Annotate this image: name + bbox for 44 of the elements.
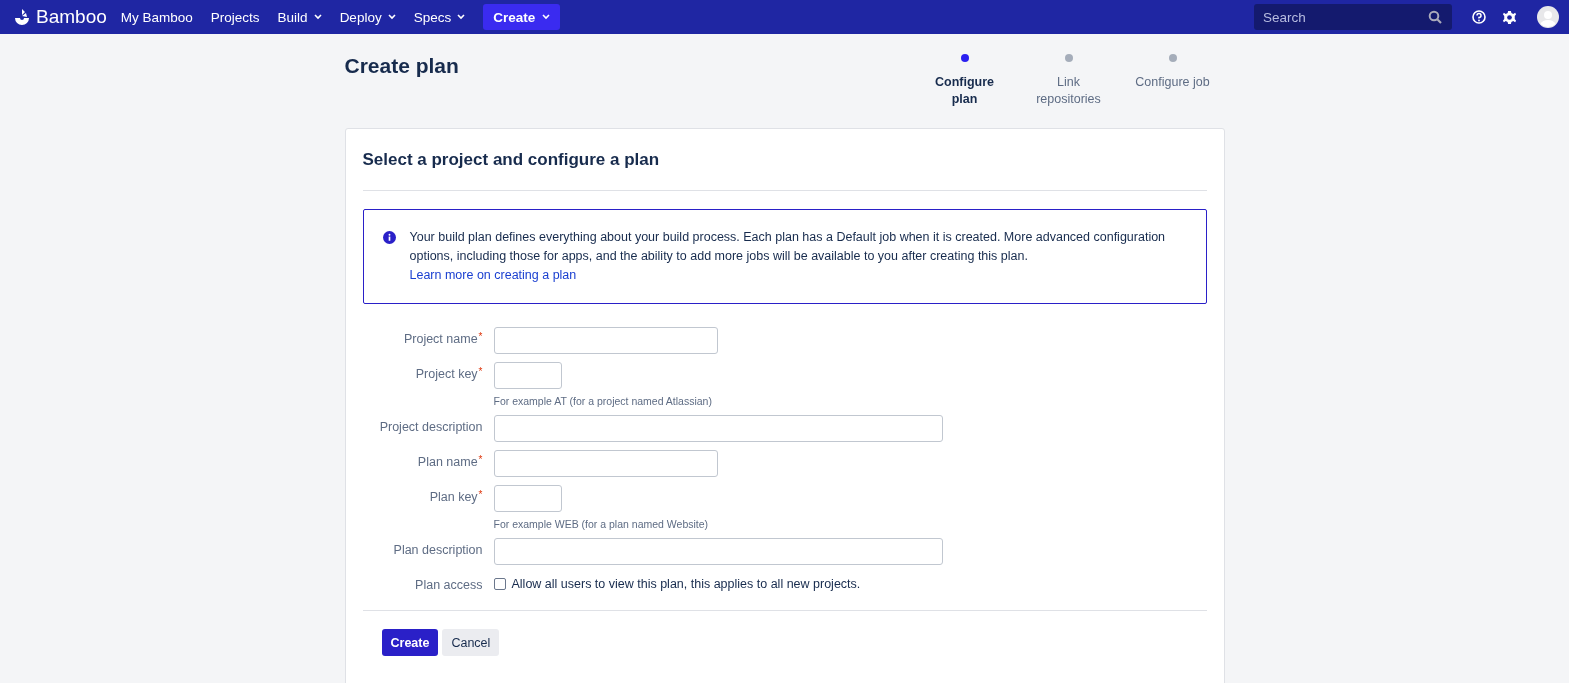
text-input-field[interactable] [493,485,562,512]
required-asterisk: * [478,455,483,465]
cancel-button[interactable]: Cancel [442,629,500,656]
nav-menu-item[interactable]: Deploy [339,9,396,25]
required-asterisk: * [478,490,483,500]
card-title: Select a project and configure a plan [362,150,661,170]
field-label: Project name [403,332,478,346]
learn-more-link[interactable]: Learn more on creating a plan [409,268,577,282]
info-message-text: Your build plan defines everything about your build process. Each plan has a Default job when it is created. More advanced configuration options, including those for apps, and the ability to add more jobs will be available to you after creating this plan. Learn more on creating a plan [409,229,1167,284]
nav-menu-item[interactable]: Projects [210,9,260,25]
text-input-field[interactable] [493,538,943,565]
search-icon [1428,10,1442,24]
field-label: Project description [379,420,483,434]
nav-menu-item[interactable]: Build [277,9,322,25]
text-input-field[interactable] [493,327,718,354]
nav-menu-item[interactable]: Specs [413,9,466,25]
info-icon [382,231,396,244]
text-input-field[interactable] [493,415,943,442]
bamboo-logo-icon[interactable] [12,7,32,27]
field-label: Plan access [415,578,483,592]
bamboo-logo-text[interactable]: Bamboo [36,6,107,28]
checkbox-label: Allow all users to view this plan, this applies to all new projects. [511,577,861,591]
required-asterisk: * [478,367,483,377]
text-input-field[interactable] [493,362,562,389]
field-hint: For example AT (for a project named Atlassian) [493,395,713,407]
settings-icon[interactable] [1502,9,1517,25]
create-button[interactable]: Create [483,4,561,30]
progress-step-label: Configure job [1134,74,1211,91]
field-label: Plan key [429,490,478,504]
field-hint: For example WEB (for a plan named Website) [493,518,710,530]
help-icon[interactable] [1472,10,1486,24]
create-plan-button[interactable]: Create [381,629,439,656]
nav-menu-item[interactable]: My Bamboo [120,9,193,25]
field-label: Plan name [417,455,478,469]
checkbox[interactable] [493,578,506,590]
page-title: Create plan [344,54,459,78]
search-field[interactable]: Search [1254,4,1452,30]
progress-step-label: Configure plan [934,74,995,108]
user-avatar-icon[interactable] [1537,6,1559,28]
progress-step-label: Link repositories [1035,74,1102,108]
required-asterisk: * [478,332,483,342]
text-input-field[interactable] [493,450,718,477]
field-label: Project key [415,367,478,381]
field-label: Plan description [393,543,483,557]
